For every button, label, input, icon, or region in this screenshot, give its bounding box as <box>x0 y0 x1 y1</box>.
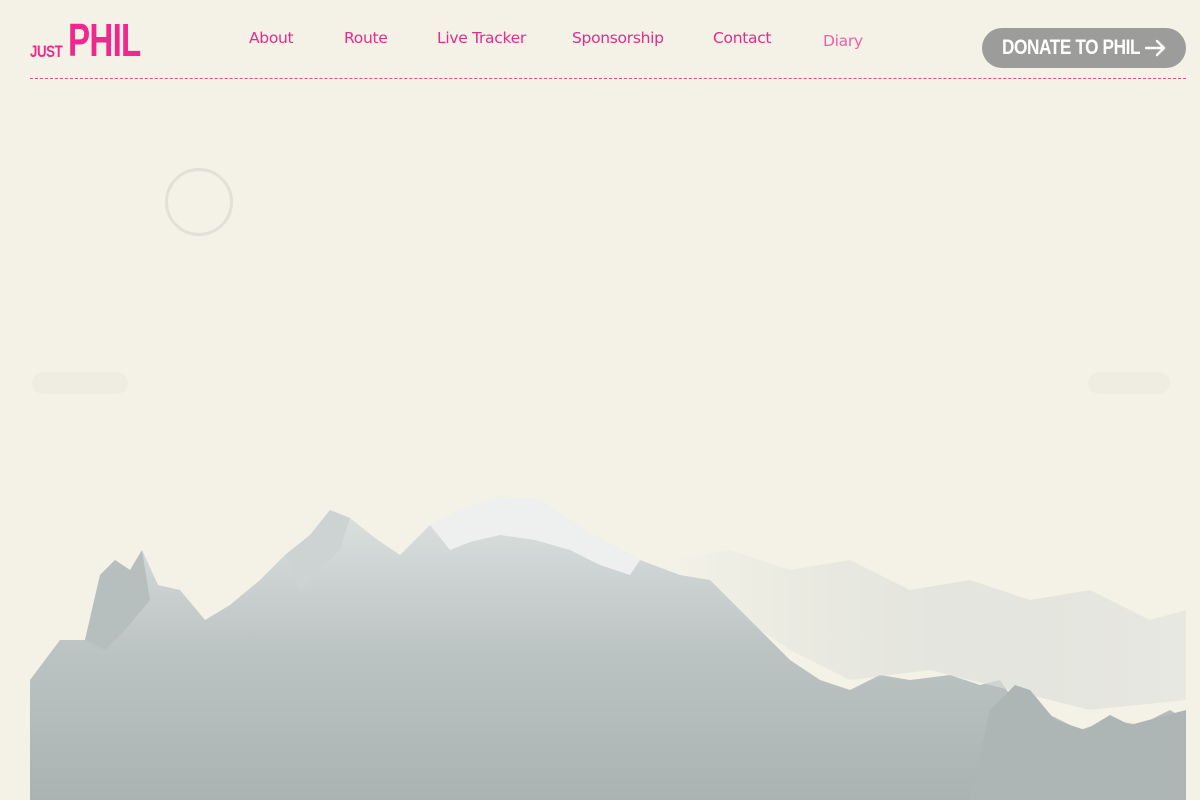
fading-tag-left <box>32 372 128 394</box>
mountain-hero-image <box>30 480 1186 800</box>
nav-route[interactable]: Route <box>344 29 388 47</box>
fading-tag-right <box>1088 372 1170 394</box>
logo-just-text: JUST <box>30 42 63 61</box>
donate-button-label: DONATE TO PHIL <box>1002 36 1141 59</box>
nav-diary[interactable]: Diary <box>823 32 863 50</box>
site-header: JUST PHIL About Route Live Tracker Spons… <box>30 0 1186 79</box>
nav-live-tracker[interactable]: Live Tracker <box>437 29 526 47</box>
nav-sponsorship[interactable]: Sponsorship <box>572 29 664 47</box>
nav-about[interactable]: About <box>249 29 294 47</box>
donate-button[interactable]: DONATE TO PHIL <box>982 28 1186 68</box>
loading-spinner <box>165 168 233 236</box>
arrow-right-icon <box>1145 39 1166 57</box>
logo-link[interactable]: JUST PHIL <box>30 14 141 66</box>
nav-contact[interactable]: Contact <box>713 29 772 47</box>
logo-phil-text: PHIL <box>68 14 141 66</box>
